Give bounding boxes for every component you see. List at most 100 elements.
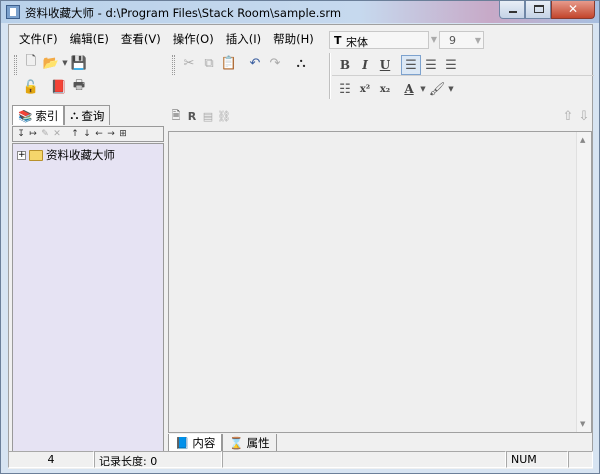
redo-icon[interactable]: ↷ [265, 53, 285, 73]
lock-icon[interactable]: 🔓 [21, 77, 41, 97]
scroll-up-icon[interactable]: ▲ [580, 136, 585, 144]
status-message [222, 451, 506, 468]
align-right-icon[interactable]: ☰ [441, 55, 461, 75]
toolbar-divider [329, 53, 331, 99]
cut-icon[interactable]: ✂ [179, 53, 199, 73]
tab-properties-label: 属性 [246, 435, 270, 450]
menu-insert[interactable]: 插入(I) [220, 29, 267, 47]
toolbar-grip[interactable] [14, 55, 17, 75]
highlight-color-icon[interactable]: 🖌 [427, 79, 447, 99]
tab-index-label: 索引 [35, 108, 59, 123]
tab-search-label: 查询 [81, 108, 105, 123]
maximize-button[interactable] [525, 1, 551, 19]
status-count: 4 [8, 451, 94, 468]
scroll-down-icon[interactable]: ▼ [580, 420, 585, 428]
tab-index[interactable]: 📚 索引 [12, 105, 65, 125]
superscript-icon[interactable]: x² [355, 79, 375, 99]
font-size-select[interactable]: 9 ▼ [439, 31, 484, 49]
print-icon[interactable]: 🖶 [69, 77, 89, 97]
undo-icon[interactable]: ↶ [245, 53, 265, 73]
bullet-list-icon[interactable]: ☷ [335, 79, 355, 99]
expand-icon[interactable]: + [17, 150, 26, 160]
book-icon[interactable]: 📕 [49, 77, 69, 97]
vertical-scrollbar[interactable]: ▲ ▼ [576, 132, 591, 432]
link-icon[interactable]: ⛓ [216, 106, 232, 126]
align-left-icon[interactable]: ☰ [401, 55, 421, 75]
format-toolbar: B I U ☰ ☰ ☰ [335, 55, 461, 75]
size-dropdown-arrow[interactable]: ▼ [475, 32, 481, 50]
copy-icon[interactable]: ⧉ [199, 53, 219, 73]
save-icon[interactable]: 💾 [69, 53, 89, 73]
bold-icon[interactable]: B [335, 55, 355, 75]
document-icon[interactable]: 🗎 [168, 106, 184, 126]
folder-icon [29, 149, 43, 161]
title-bar[interactable]: 资料收藏大师 - d:\Program Files\Stack Room\sam… [1, 1, 599, 23]
status-bar: 4 记录长度: 0 NUM [8, 451, 593, 469]
close-icon: ✕ [568, 2, 579, 16]
menu-view[interactable]: 查看(V) [115, 29, 167, 47]
menu-edit[interactable]: 编辑(E) [64, 29, 115, 47]
font-dropdown-arrow[interactable]: ▼ [429, 31, 439, 49]
reference-icon[interactable]: R [184, 106, 200, 126]
tree-node-label: 资料收藏大师 [46, 148, 115, 162]
maximize-icon [534, 5, 544, 13]
app-icon[interactable] [6, 5, 20, 19]
font-name-value: 宋体 [346, 36, 368, 49]
find-binoculars-icon[interactable]: ⛬ [291, 53, 311, 73]
menu-file[interactable]: 文件(F) [13, 29, 64, 47]
move-down-icon[interactable]: ↓ [81, 129, 93, 139]
insert-node-icon[interactable]: ↧ [15, 129, 27, 139]
menu-help[interactable]: 帮助(H) [267, 29, 320, 47]
font-color-icon[interactable]: A [399, 79, 419, 99]
app-window: 资料收藏大师 - d:\Program Files\Stack Room\sam… [0, 0, 600, 474]
prev-record-icon[interactable]: ⇧ [560, 106, 576, 126]
tree-toolbar: ↧ ↦ ✎ ✕ ↑ ↓ ← → ⊞ [12, 126, 164, 142]
truetype-icon: T [334, 34, 342, 47]
italic-icon[interactable]: I [355, 55, 375, 75]
close-button[interactable]: ✕ [551, 1, 595, 19]
status-record-length: 记录长度: 0 [94, 451, 222, 468]
menu-bar: 文件(F) 编辑(E) 查看(V) 操作(O) 插入(I) 帮助(H) [13, 29, 320, 47]
minimize-icon [509, 11, 517, 13]
index-tree[interactable]: + 资料收藏大师 [12, 143, 164, 453]
attachment-icon[interactable]: ▤ [200, 106, 216, 126]
move-left-icon[interactable]: ← [93, 129, 105, 139]
tab-search[interactable]: ⛬ 查询 [64, 105, 111, 125]
font-name-select[interactable]: T 宋体 [329, 31, 429, 49]
next-record-icon[interactable]: ⇩ [576, 106, 592, 126]
content-editor[interactable]: ▲ ▼ [168, 131, 592, 433]
open-dropdown-icon[interactable]: ▼ [61, 53, 69, 73]
bottom-tabs: 📘 内容 ⌛ 属性 [168, 434, 277, 452]
tab-content[interactable]: 📘 内容 [168, 434, 223, 452]
status-extra [568, 451, 593, 468]
document-toolbar: 🗎 R ▤ ⛓ ⇧ ⇩ [168, 105, 592, 127]
edit-toolbar: ✂ ⧉ 📋 ↶ ↷ ⛬ [179, 53, 311, 73]
toolbar-grip-edit[interactable] [172, 55, 175, 75]
subscript-icon[interactable]: x₂ [375, 79, 395, 99]
minimize-button[interactable] [499, 1, 525, 19]
menu-operate[interactable]: 操作(O) [167, 29, 220, 47]
format-toolbar-row2: ☷ x² x₂ A ▼ 🖌 ▼ [335, 79, 455, 99]
highlight-dropdown-icon[interactable]: ▼ [447, 79, 455, 99]
align-center-icon[interactable]: ☰ [421, 55, 441, 75]
delete-icon[interactable]: ✕ [51, 129, 63, 139]
paste-icon[interactable]: 📋 [219, 53, 239, 73]
file-toolbar-row1: 🗋 📂 ▼ 💾 [21, 53, 89, 73]
font-size-value: 9 [449, 34, 456, 47]
rename-icon[interactable]: ✎ [39, 129, 51, 139]
left-tabs: 📚 索引 ⛬ 查询 [12, 105, 111, 125]
new-icon[interactable]: 🗋 [21, 53, 41, 73]
tree-options-icon[interactable]: ⊞ [117, 129, 129, 139]
left-panel: 📚 索引 ⛬ 查询 ↧ ↦ ✎ ✕ ↑ ↓ ← → ⊞ + 资料收藏大师 [12, 105, 164, 453]
font-color-dropdown-icon[interactable]: ▼ [419, 79, 427, 99]
book-stack-icon: 📚 [18, 108, 33, 123]
tree-node[interactable]: + 资料收藏大师 [17, 147, 115, 163]
move-right-icon[interactable]: → [105, 129, 117, 139]
insert-child-icon[interactable]: ↦ [27, 129, 39, 139]
move-up-icon[interactable]: ↑ [69, 129, 81, 139]
open-folder-icon[interactable]: 📂 [41, 53, 61, 73]
underline-icon[interactable]: U [375, 55, 395, 75]
right-panel: 🗎 R ▤ ⛓ ⇧ ⇩ ▲ ▼ 📘 内容 ⌛ 属性 [168, 105, 592, 453]
tab-properties[interactable]: ⌛ 属性 [222, 434, 277, 452]
tab-content-label: 内容 [192, 435, 216, 450]
